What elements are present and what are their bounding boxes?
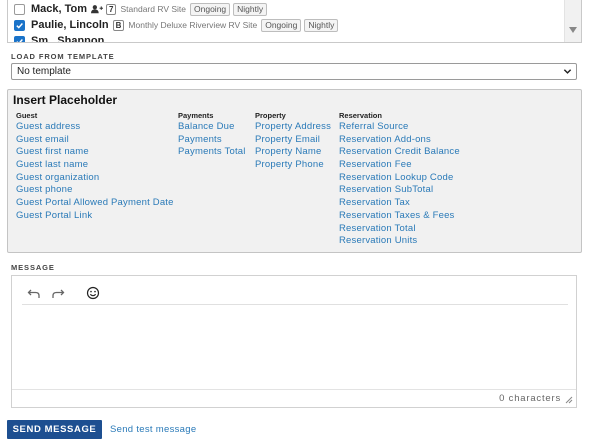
placeholder-link[interactable]: Reservation Taxes & Fees	[339, 210, 460, 223]
user-plus-icon	[91, 4, 104, 14]
site-name: Monthly Deluxe Riverview RV Site	[128, 20, 258, 30]
status-bar: 0 characters	[12, 389, 576, 407]
template-selected-value: No template	[17, 66, 71, 77]
send-message-button[interactable]: SEND MESSAGE	[7, 420, 102, 439]
insert-placeholder-panel: Insert Placeholder Guest Guest address G…	[7, 89, 582, 253]
scrollbar[interactable]	[564, 0, 581, 42]
placeholder-link[interactable]: Guest email	[16, 134, 174, 147]
placeholder-link[interactable]: Guest last name	[16, 159, 174, 172]
column-heading: Guest	[16, 111, 38, 120]
placeholder-link[interactable]: Reservation Credit Balance	[339, 146, 460, 159]
guest-name: Paulie, Lincoln	[31, 19, 109, 31]
placeholder-link[interactable]: Guest Portal Allowed Payment Date	[16, 197, 174, 210]
placeholder-link[interactable]: Referral Source	[339, 121, 460, 134]
character-count: 0 characters	[499, 393, 561, 404]
placeholder-link[interactable]: Reservation Add-ons	[339, 134, 460, 147]
message-editor[interactable]: 0 characters	[11, 275, 577, 408]
template-select[interactable]: No template	[11, 63, 577, 80]
guest-row[interactable]: Sm...Shannon	[14, 33, 108, 43]
placeholder-column-payments: Payments Balance Due Payments Payments T…	[178, 110, 246, 159]
guest-name: Sm...Shannon	[31, 35, 105, 43]
undo-icon[interactable]	[27, 286, 41, 300]
chevron-down-icon	[563, 69, 572, 74]
placeholder-link[interactable]: Guest phone	[16, 184, 174, 197]
placeholder-title: Insert Placeholder	[13, 93, 118, 107]
placeholder-link[interactable]: Reservation Total	[339, 223, 460, 236]
placeholder-link[interactable]: Guest organization	[16, 172, 174, 185]
column-heading: Payments	[178, 111, 214, 120]
resize-handle-icon[interactable]	[565, 396, 573, 404]
site-name: Standard RV Site	[120, 4, 187, 14]
placeholder-link[interactable]: Balance Due	[178, 121, 246, 134]
placeholder-link[interactable]: Reservation Fee	[339, 159, 460, 172]
guest-name: Mack, Tom	[31, 3, 88, 15]
status-tag: Ongoing	[261, 18, 302, 32]
placeholder-link[interactable]: Guest Portal Link	[16, 210, 174, 223]
scroll-down-icon[interactable]	[569, 27, 577, 33]
placeholder-link[interactable]: Reservation Units	[339, 235, 460, 248]
placeholder-link[interactable]: Guest first name	[16, 146, 174, 159]
placeholder-link[interactable]: Payments	[178, 134, 246, 147]
emoji-icon[interactable]	[86, 286, 100, 300]
rate-tag: Nightly	[233, 2, 268, 16]
send-test-message-link[interactable]: Send test message	[110, 424, 196, 435]
placeholder-link[interactable]: Property Address	[255, 121, 331, 134]
placeholder-link[interactable]: Payments Total	[178, 146, 246, 159]
placeholder-link[interactable]: Property Phone	[255, 159, 331, 172]
placeholder-link[interactable]: Property Email	[255, 134, 331, 147]
editor-toolbar	[22, 281, 568, 305]
placeholder-link[interactable]: Reservation SubTotal	[339, 184, 460, 197]
guest-row[interactable]: Paulie, Lincoln B Monthly Deluxe Rivervi…	[14, 17, 341, 33]
guest-list[interactable]: Mack, Tom 7 Standard RV Site Ongoing Nig…	[7, 0, 582, 43]
column-heading: Reservation	[339, 111, 382, 120]
placeholder-column-reservation: Reservation Referral Source Reservation …	[339, 110, 460, 248]
redo-icon[interactable]	[51, 286, 65, 300]
unit-badge: B	[112, 19, 125, 31]
message-label: MESSAGE	[11, 263, 55, 272]
placeholder-link[interactable]: Reservation Lookup Code	[339, 172, 460, 185]
guest-checkbox[interactable]	[14, 3, 25, 15]
status-tag: Ongoing	[190, 2, 231, 16]
placeholder-column-property: Property Property Address Property Email…	[255, 110, 331, 172]
rate-tag: Nightly	[304, 18, 339, 32]
guest-checkbox[interactable]	[14, 19, 25, 31]
placeholder-link[interactable]: Guest address	[16, 121, 174, 134]
guest-row[interactable]: Mack, Tom 7 Standard RV Site Ongoing Nig…	[14, 1, 270, 17]
placeholder-link[interactable]: Reservation Tax	[339, 197, 460, 210]
unit-badge: 7	[106, 3, 117, 15]
column-heading: Property	[255, 111, 286, 120]
template-label: LOAD FROM TEMPLATE	[11, 52, 115, 61]
guest-checkbox[interactable]	[14, 35, 25, 42]
placeholder-column-guest: Guest Guest address Guest email Guest fi…	[16, 110, 174, 223]
placeholder-link[interactable]: Property Name	[255, 146, 331, 159]
